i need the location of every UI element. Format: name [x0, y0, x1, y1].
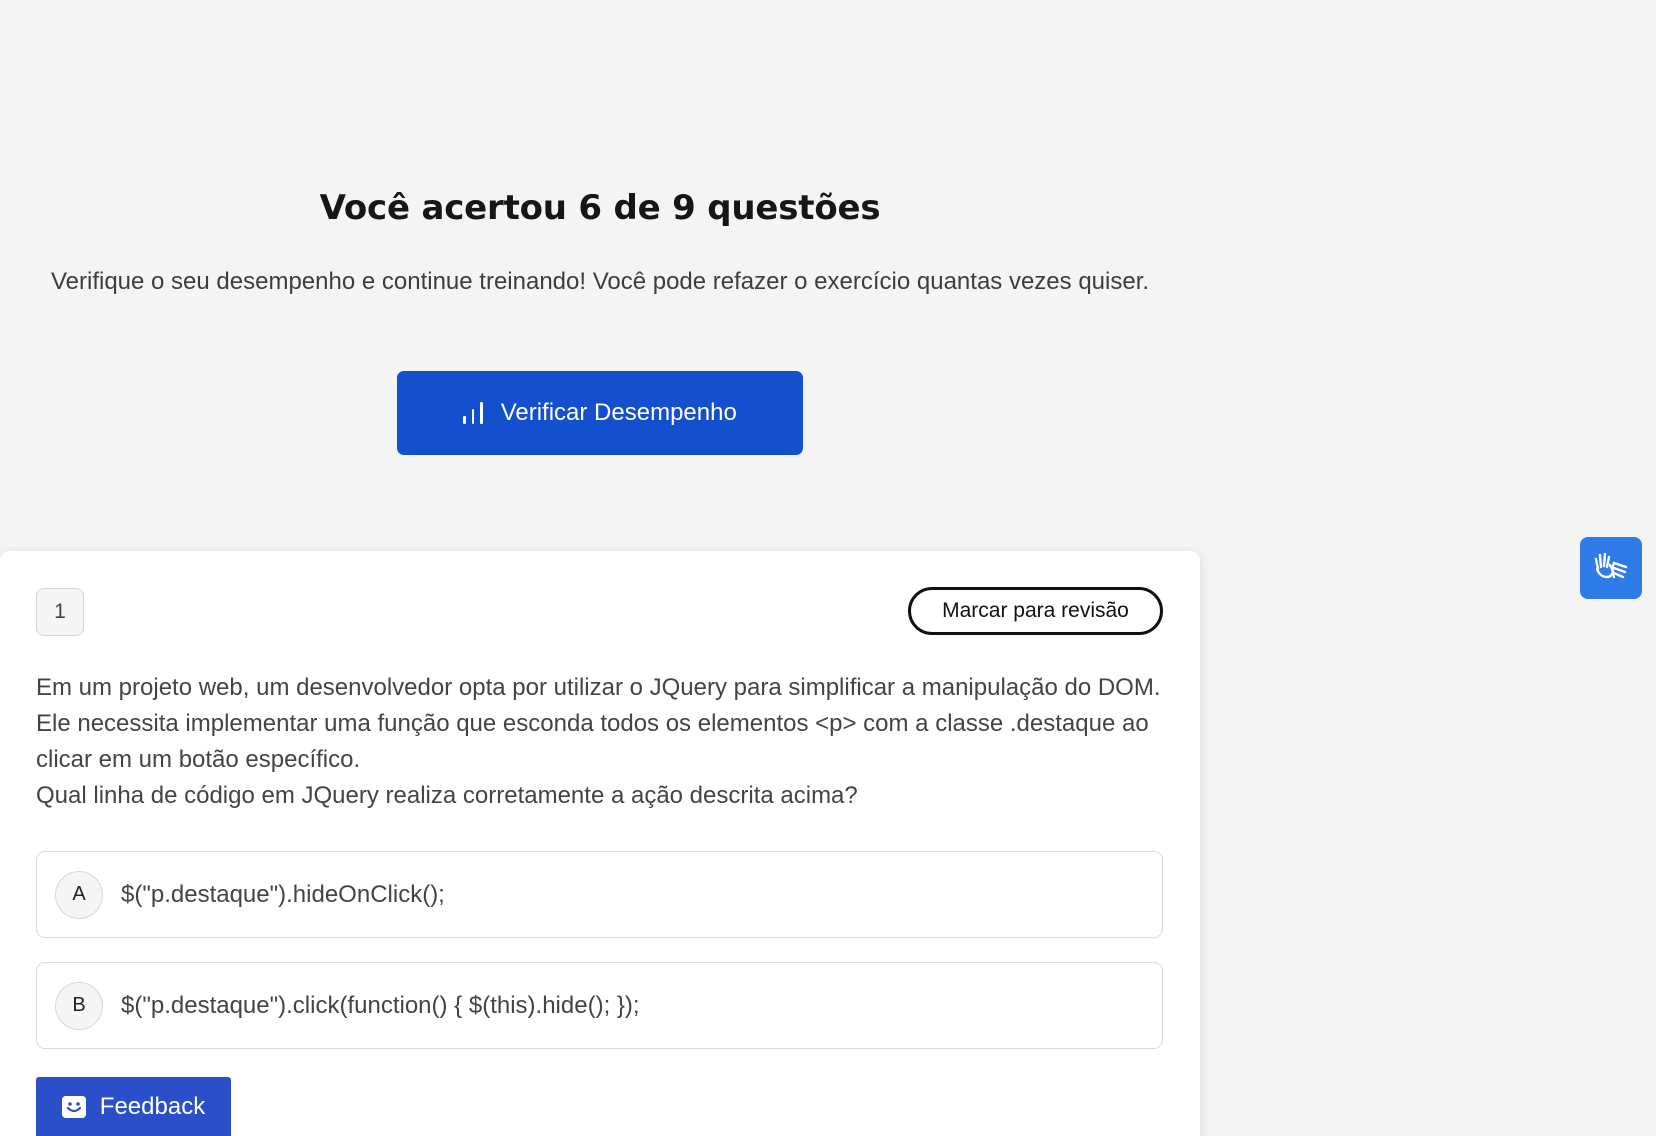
page: Você acertou 6 de 9 questões Verifique o…	[0, 0, 1656, 1136]
option-a[interactable]: A $("p.destaque").hideOnClick();	[36, 851, 1163, 938]
verify-performance-button[interactable]: Verificar Desempenho	[397, 371, 803, 455]
question-statement: Em um projeto web, um desenvolvedor opta…	[36, 674, 1161, 773]
option-text: $("p.destaque").click(function() { $(thi…	[121, 991, 640, 1019]
question-text: Em um projeto web, um desenvolvedor opta…	[36, 670, 1166, 814]
option-b[interactable]: B $("p.destaque").click(function() { $(t…	[36, 962, 1163, 1049]
bar-chart-icon	[463, 402, 483, 424]
option-letter: A	[55, 870, 103, 919]
feedback-button[interactable]: Feedback	[36, 1077, 231, 1136]
mark-for-review-button[interactable]: Marcar para revisão	[908, 587, 1163, 635]
results-title: Você acertou 6 de 9 questões	[319, 188, 881, 228]
option-letter: B	[55, 981, 103, 1030]
question-number-badge: 1	[36, 588, 84, 636]
question-prompt: Qual linha de código em JQuery realiza c…	[36, 782, 858, 809]
verify-performance-label: Verificar Desempenho	[500, 399, 737, 426]
option-text: $("p.destaque").hideOnClick();	[121, 880, 445, 908]
question-card: 1 Marcar para revisão Em um projeto web,…	[0, 551, 1200, 1136]
sign-language-hands-icon	[1592, 549, 1630, 588]
smiley-icon	[61, 1095, 86, 1118]
results-subtitle: Verifique o seu desempenho e continue tr…	[50, 268, 1150, 295]
feedback-label: Feedback	[99, 1092, 206, 1120]
accessibility-button[interactable]	[1580, 537, 1642, 599]
